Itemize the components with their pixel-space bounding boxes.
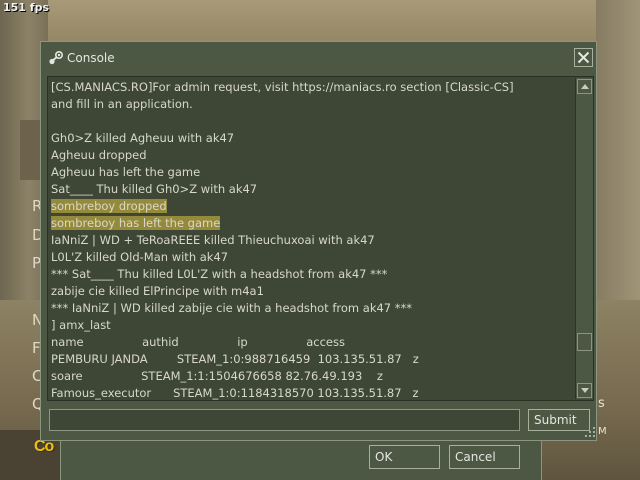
log-line-text: zabije cie killed ElPrincipe with m4a1 xyxy=(51,284,264,298)
log-line: *** Sat____ Thu killed L0L'Z with a head… xyxy=(51,266,571,283)
fps-counter: 151 fps xyxy=(3,1,49,14)
console-titlebar[interactable]: Console xyxy=(41,42,596,74)
log-line-text: [CS.MANIACS.RO]For admin request, visit … xyxy=(51,80,514,94)
resize-grip-icon[interactable] xyxy=(584,426,596,438)
background-wall-top xyxy=(48,0,596,40)
log-line-text: Agheuu dropped xyxy=(51,148,147,162)
log-line-text: PEMBURU JANDA STEAM_1:0:988716459 103.13… xyxy=(51,352,419,366)
log-line: soare STEAM_1:1:1504676658 82.76.49.193 … xyxy=(51,368,571,385)
background-dialog: OK Cancel xyxy=(60,441,542,480)
command-input[interactable] xyxy=(49,409,520,431)
log-line-text: sombreboy dropped xyxy=(51,199,167,213)
log-line: sombreboy dropped xyxy=(51,198,571,215)
log-line-text: *** Sat____ Thu killed L0L'Z with a head… xyxy=(51,267,388,281)
log-line-text: soare STEAM_1:1:1504676658 82.76.49.193 … xyxy=(51,369,383,383)
arrow-up-icon xyxy=(581,84,589,89)
log-line-text: sombreboy has left the game xyxy=(51,216,221,230)
log-line-text: *** IaNniZ | WD killed zabije cie with a… xyxy=(51,301,413,315)
log-line-text: Agheuu has left the game xyxy=(51,165,201,179)
log-line: ] amx_last xyxy=(51,317,571,334)
close-icon xyxy=(577,51,590,64)
steam-icon xyxy=(48,50,64,66)
log-line: [CS.MANIACS.RO]For admin request, visit … xyxy=(51,79,571,96)
scroll-up-button[interactable] xyxy=(577,79,592,94)
log-line-text: ] amx_last xyxy=(51,318,111,332)
log-line-text: IaNniZ | WD + TeRoaREEE killed Thieuchux… xyxy=(51,233,375,247)
log-line: *** IaNniZ | WD killed zabije cie with a… xyxy=(51,300,571,317)
log-line-text: Sat____ Thu killed Gh0>Z with ak47 xyxy=(51,182,258,196)
console-title: Console xyxy=(67,51,115,65)
log-line: Agheuu has left the game xyxy=(51,164,571,181)
console-scrollbar[interactable] xyxy=(575,78,593,399)
log-line: IaNniZ | WD + TeRoaREEE killed Thieuchux… xyxy=(51,232,571,249)
cancel-button[interactable]: Cancel xyxy=(449,445,520,469)
log-line: Gh0>Z killed Agheuu with ak47 xyxy=(51,130,571,147)
log-line-text: Gh0>Z killed Agheuu with ak47 xyxy=(51,131,235,145)
log-line: Famous_executor STEAM_1:0:1184318570 103… xyxy=(51,385,571,400)
submit-button[interactable]: Submit xyxy=(528,409,590,431)
log-line: name authid ip access xyxy=(51,334,571,351)
log-line: and fill in an application. xyxy=(51,96,571,113)
log-line: zabije cie killed ElPrincipe with m4a1 xyxy=(51,283,571,300)
arrow-down-icon xyxy=(581,388,589,393)
log-line-text: name authid ip access xyxy=(51,335,345,349)
close-button[interactable] xyxy=(574,48,593,67)
log-line: PEMBURU JANDA STEAM_1:0:988716459 103.13… xyxy=(51,351,571,368)
scrollbar-thumb[interactable] xyxy=(577,333,592,351)
background-letter: M xyxy=(598,426,607,437)
background-letter: s xyxy=(598,396,605,411)
log-line-text: L0L'Z killed Old-Man with ak47 xyxy=(51,250,229,264)
log-line: Sat____ Thu killed Gh0>Z with ak47 xyxy=(51,181,571,198)
console-log-lines: [CS.MANIACS.RO]For admin request, visit … xyxy=(51,79,571,400)
ok-button[interactable]: OK xyxy=(369,445,440,469)
log-line-text: Famous_executor STEAM_1:0:1184318570 103… xyxy=(51,386,419,400)
log-line: Agheuu dropped xyxy=(51,147,571,164)
log-line: sombreboy has left the game xyxy=(51,215,571,232)
log-line-text: and fill in an application. xyxy=(51,97,193,111)
log-line: L0L'Z killed Old-Man with ak47 xyxy=(51,249,571,266)
scroll-down-button[interactable] xyxy=(577,383,592,398)
console-window: Console [CS.MANIACS.RO]For admin request… xyxy=(40,41,597,441)
console-log[interactable]: [CS.MANIACS.RO]For admin request, visit … xyxy=(47,76,594,401)
